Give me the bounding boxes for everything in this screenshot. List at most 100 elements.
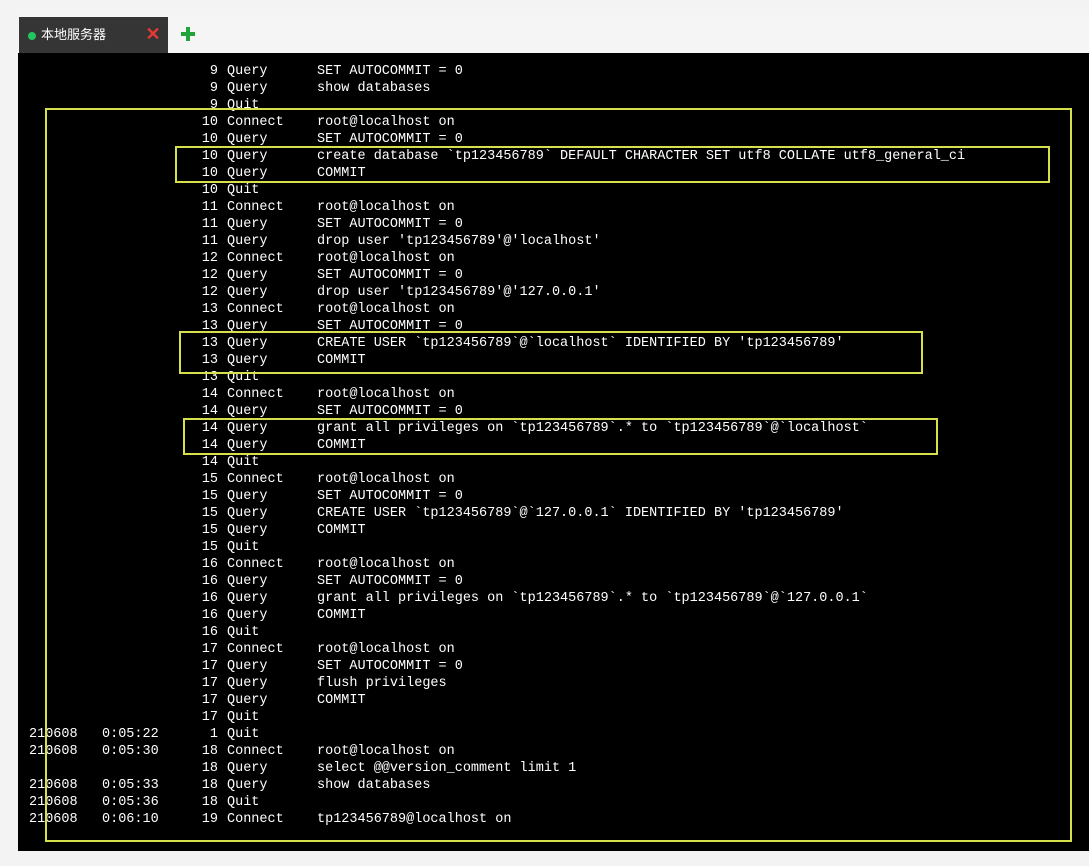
log-line: 210608 0:05:33 18 Query show databases <box>18 777 1089 794</box>
log-command: Quit <box>227 183 260 198</box>
log-time: 0:05:30 <box>102 744 159 759</box>
log-argument: SET AUTOCOMMIT = 0 <box>317 64 463 79</box>
log-line: 12 Query drop user 'tp123456789'@'127.0.0.… <box>18 284 1089 301</box>
log-thread-id: 9 <box>209 98 218 113</box>
log-line: 16 Connect root@localhost on <box>18 556 1089 573</box>
log-command: Connect <box>227 812 284 827</box>
log-line: 16 Query COMMIT <box>18 607 1089 624</box>
log-date: 210608 <box>29 812 78 827</box>
log-argument: root@localhost on <box>317 251 455 266</box>
log-command: Query <box>227 166 268 181</box>
log-argument: grant all privileges on `tp123456789`.* … <box>317 421 868 436</box>
log-line: 13 Connect root@localhost on <box>18 301 1089 318</box>
log-argument: SET AUTOCOMMIT = 0 <box>317 132 463 147</box>
log-date: 210608 <box>29 727 78 742</box>
log-thread-id: 15 <box>201 489 218 504</box>
log-line: 10 Query SET AUTOCOMMIT = 0 <box>18 131 1089 148</box>
log-command: Query <box>227 404 268 419</box>
log-thread-id: 17 <box>201 693 218 708</box>
log-thread-id: 13 <box>201 336 218 351</box>
log-thread-id: 18 <box>201 761 218 776</box>
log-line: 15 Query SET AUTOCOMMIT = 0 <box>18 488 1089 505</box>
log-argument: CREATE USER `tp123456789`@`127.0.0.1` ID… <box>317 506 844 521</box>
close-icon[interactable]: ✕ <box>145 25 161 43</box>
log-thread-id: 17 <box>201 676 218 691</box>
log-line: 14 Query SET AUTOCOMMIT = 0 <box>18 403 1089 420</box>
log-argument: root@localhost on <box>317 302 455 317</box>
log-argument: show databases <box>317 778 431 793</box>
log-command: Query <box>227 319 268 334</box>
log-argument: COMMIT <box>317 438 366 453</box>
log-thread-id: 13 <box>201 370 218 385</box>
log-argument: drop user 'tp123456789'@'localhost' <box>317 234 601 249</box>
log-thread-id: 11 <box>201 234 218 249</box>
log-thread-id: 19 <box>201 812 218 827</box>
log-thread-id: 15 <box>201 472 218 487</box>
log-line: 17 Connect root@localhost on <box>18 641 1089 658</box>
log-line: 10 Connect root@localhost on <box>18 114 1089 131</box>
log-command: Connect <box>227 472 284 487</box>
log-argument: COMMIT <box>317 353 366 368</box>
log-command: Query <box>227 778 268 793</box>
log-thread-id: 18 <box>201 795 218 810</box>
log-time: 0:05:36 <box>102 795 159 810</box>
tab-local-server[interactable]: 本地服务器 ✕ <box>19 17 168 53</box>
log-argument: SET AUTOCOMMIT = 0 <box>317 268 463 283</box>
log-line: 18 Query select @@version_comment limit 1 <box>18 760 1089 777</box>
log-command: Quit <box>227 710 260 725</box>
log-argument: root@localhost on <box>317 200 455 215</box>
log-command: Query <box>227 659 268 674</box>
log-thread-id: 12 <box>201 251 218 266</box>
log-thread-id: 14 <box>201 404 218 419</box>
log-line: 210608 0:05:30 18 Connect root@localhost on <box>18 743 1089 760</box>
log-command: Quit <box>227 540 260 555</box>
log-argument: root@localhost on <box>317 642 455 657</box>
log-thread-id: 12 <box>201 268 218 283</box>
log-date: 210608 <box>29 744 78 759</box>
log-line: 14 Connect root@localhost on <box>18 386 1089 403</box>
terminal-window: 本地服务器 ✕ 9 Query SET AUTOCOMMIT = 0 9 Query sh… <box>18 15 1089 851</box>
log-argument: COMMIT <box>317 166 366 181</box>
log-thread-id: 10 <box>201 132 218 147</box>
log-thread-id: 16 <box>201 625 218 640</box>
log-line: 17 Query COMMIT <box>18 692 1089 709</box>
log-thread-id: 12 <box>201 285 218 300</box>
log-line: 11 Query drop user 'tp123456789'@'localhos… <box>18 233 1089 250</box>
log-line: 210608 0:06:10 19 Connect tp123456789@localh… <box>18 811 1089 828</box>
log-line: 17 Query SET AUTOCOMMIT = 0 <box>18 658 1089 675</box>
log-line: 11 Connect root@localhost on <box>18 199 1089 216</box>
log-command: Quit <box>227 98 260 113</box>
log-thread-id: 10 <box>201 166 218 181</box>
log-line: 14 Quit <box>18 454 1089 471</box>
log-line: 9 Query show databases <box>18 80 1089 97</box>
log-line: 9 Quit <box>18 97 1089 114</box>
log-line: 10 Quit <box>18 182 1089 199</box>
log-argument: root@localhost on <box>317 115 455 130</box>
terminal-output[interactable]: 9 Query SET AUTOCOMMIT = 0 9 Query show datab… <box>18 53 1089 851</box>
log-command: Query <box>227 64 268 79</box>
log-line: 12 Query SET AUTOCOMMIT = 0 <box>18 267 1089 284</box>
log-command: Connect <box>227 200 284 215</box>
log-command: Query <box>227 489 268 504</box>
log-thread-id: 17 <box>201 710 218 725</box>
log-argument: COMMIT <box>317 523 366 538</box>
log-command: Query <box>227 421 268 436</box>
log-command: Query <box>227 591 268 606</box>
log-line: 13 Query CREATE USER `tp123456789`@`localh… <box>18 335 1089 352</box>
log-command: Connect <box>227 744 284 759</box>
log-argument: SET AUTOCOMMIT = 0 <box>317 404 463 419</box>
log-argument: flush privileges <box>317 676 447 691</box>
log-command: Connect <box>227 302 284 317</box>
log-command: Connect <box>227 115 284 130</box>
log-command: Connect <box>227 387 284 402</box>
add-tab-button[interactable] <box>178 24 198 44</box>
log-thread-id: 14 <box>201 455 218 470</box>
log-thread-id: 15 <box>201 506 218 521</box>
log-thread-id: 11 <box>201 217 218 232</box>
log-command: Query <box>227 523 268 538</box>
log-line: 15 Quit <box>18 539 1089 556</box>
log-command: Query <box>227 353 268 368</box>
log-argument: CREATE USER `tp123456789`@`localhost` ID… <box>317 336 844 351</box>
log-argument: select @@version_comment limit 1 <box>317 761 577 776</box>
log-thread-id: 10 <box>201 149 218 164</box>
